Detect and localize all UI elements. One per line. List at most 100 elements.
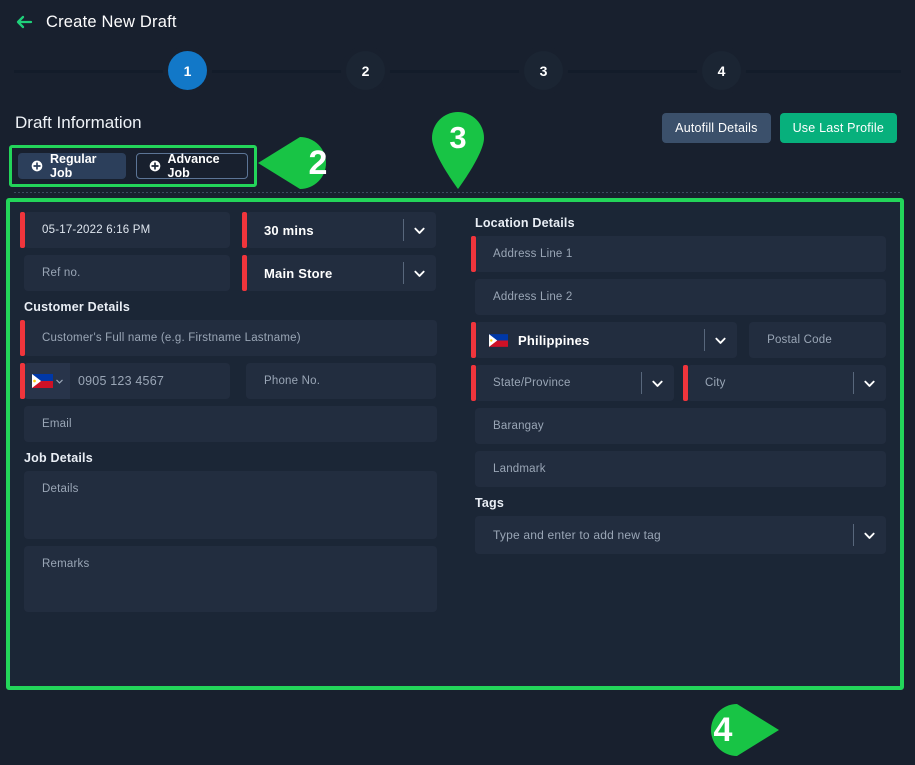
remarks-placeholder: Remarks (42, 558, 90, 570)
job-type-selector: Regular Job Advance Job (9, 145, 257, 187)
country-select[interactable]: Philippines (470, 322, 738, 358)
barangay-placeholder: Barangay (493, 420, 544, 432)
form-right-column: Location Details Address Line 1 Address … (465, 202, 900, 686)
chevron-down-icon[interactable] (704, 322, 737, 358)
phone-number-input[interactable]: Phone No. (246, 363, 436, 399)
step-4[interactable]: 4 (697, 46, 746, 95)
datetime-field[interactable]: 05-17-2022 6:16 PM (20, 212, 230, 248)
address-line-1-placeholder: Address Line 1 (493, 248, 573, 260)
chevron-down-icon[interactable] (403, 212, 436, 248)
ref-store-row: Ref no. Main Store (24, 255, 451, 291)
advance-job-button[interactable]: Advance Job (135, 152, 248, 180)
step-progress-bar: 1 2 3 4 (0, 46, 915, 96)
city-select[interactable]: City (683, 365, 886, 401)
chevron-down-icon[interactable] (403, 255, 436, 291)
step-1[interactable]: 1 (163, 46, 212, 95)
phone-number-placeholder: Phone No. (264, 375, 321, 387)
step-2[interactable]: 2 (341, 46, 390, 95)
tags-label: Tags (475, 496, 505, 510)
create-draft-screen: Create New Draft 1 2 3 4 Draft Informati… (0, 0, 915, 765)
chevron-down-icon[interactable] (641, 365, 674, 401)
use-last-profile-button[interactable]: Use Last Profile (779, 113, 897, 143)
callout-marker-4: 4 (688, 695, 780, 765)
address2-row: Address Line 2 (475, 279, 886, 315)
plus-circle-icon (149, 160, 161, 172)
customer-details-label: Customer Details (24, 300, 131, 314)
section-title: Draft Information (15, 113, 142, 132)
ref-no-placeholder: Ref no. (42, 267, 81, 279)
address-line-2-input[interactable]: Address Line 2 (475, 279, 886, 315)
state-province-select[interactable]: State/Province (471, 365, 674, 401)
email-input[interactable]: Email (24, 406, 437, 442)
tags-placeholder: Type and enter to add new tag (493, 528, 661, 542)
city-placeholder: City (705, 377, 726, 389)
state-province-placeholder: State/Province (493, 377, 571, 389)
callout-4-number: 4 (713, 710, 733, 749)
top-bar: Create New Draft (0, 0, 915, 44)
callout-marker-3: 3 (428, 108, 488, 190)
step-2-label: 2 (361, 62, 370, 79)
chevron-down-icon[interactable] (853, 516, 886, 554)
duration-select[interactable]: 30 mins (242, 212, 436, 248)
stepper-track (14, 70, 901, 73)
postal-code-placeholder: Postal Code (767, 334, 832, 346)
country-postal-row: Philippines Postal Code (470, 322, 886, 358)
address1-row: Address Line 1 (471, 236, 886, 272)
tags-input[interactable]: Type and enter to add new tag (475, 516, 886, 554)
landmark-input[interactable]: Landmark (475, 451, 886, 487)
postal-code-input[interactable]: Postal Code (749, 322, 886, 358)
details-placeholder: Details (42, 483, 79, 495)
details-textarea[interactable]: Details (24, 471, 437, 539)
barangay-row: Barangay (475, 408, 886, 444)
back-arrow-icon[interactable] (14, 12, 34, 32)
philippines-flag-icon (31, 374, 53, 388)
email-placeholder: Email (42, 418, 72, 430)
draft-information-form: 05-17-2022 6:16 PM 30 mins Ref no. Main … (6, 198, 904, 690)
chevron-down-icon[interactable] (853, 365, 886, 401)
phone-row: 0905 123 4567 Phone No. (20, 363, 451, 399)
tags-row: Type and enter to add new tag (475, 516, 886, 554)
step-3-label: 3 (539, 62, 548, 79)
regular-job-label: Regular Job (50, 152, 97, 180)
ref-no-input[interactable]: Ref no. (24, 255, 230, 291)
step-4-label: 4 (717, 62, 726, 79)
store-value: Main Store (264, 265, 333, 281)
callout-marker-2: 2 (258, 134, 348, 192)
step-3[interactable]: 3 (519, 46, 568, 95)
landmark-row: Landmark (475, 451, 886, 487)
advance-job-label: Advance Job (167, 152, 220, 180)
country-code-select[interactable] (24, 363, 70, 399)
form-left-column: 05-17-2022 6:16 PM 30 mins Ref no. Main … (10, 202, 465, 686)
customer-name-row: Customer's Full name (e.g. Firstname Las… (20, 320, 451, 356)
customer-name-input[interactable]: Customer's Full name (e.g. Firstname Las… (20, 320, 437, 356)
mobile-number-input[interactable]: 0905 123 4567 (20, 363, 230, 399)
customer-name-placeholder: Customer's Full name (e.g. Firstname Las… (42, 332, 301, 344)
location-details-label: Location Details (475, 216, 575, 230)
header-actions: Autofill Details Use Last Profile (662, 113, 897, 143)
barangay-input[interactable]: Barangay (475, 408, 886, 444)
datetime-value: 05-17-2022 6:16 PM (42, 224, 151, 236)
landmark-placeholder: Landmark (493, 463, 546, 475)
schedule-row: 05-17-2022 6:16 PM 30 mins (20, 212, 451, 248)
callout-2-number: 2 (308, 143, 328, 182)
philippines-flag-icon (489, 333, 508, 347)
country-value: Philippines (518, 332, 590, 348)
remarks-row: Remarks (24, 546, 451, 612)
regular-job-button[interactable]: Regular Job (18, 152, 126, 180)
callout-3-number: 3 (449, 120, 467, 155)
plus-circle-icon (31, 160, 43, 172)
mobile-number-placeholder: 0905 123 4567 (78, 374, 165, 388)
address-line-2-placeholder: Address Line 2 (493, 291, 573, 303)
state-city-row: State/Province City (471, 365, 886, 401)
details-row: Details (24, 471, 451, 539)
autofill-details-button[interactable]: Autofill Details (662, 113, 771, 143)
store-select[interactable]: Main Store (242, 255, 436, 291)
step-1-label: 1 (183, 62, 192, 79)
duration-value: 30 mins (264, 222, 314, 238)
page-title: Create New Draft (46, 12, 177, 31)
divider (14, 192, 901, 193)
email-row: Email (24, 406, 451, 442)
job-details-label: Job Details (24, 451, 93, 465)
remarks-textarea[interactable]: Remarks (24, 546, 437, 612)
address-line-1-input[interactable]: Address Line 1 (471, 236, 886, 272)
